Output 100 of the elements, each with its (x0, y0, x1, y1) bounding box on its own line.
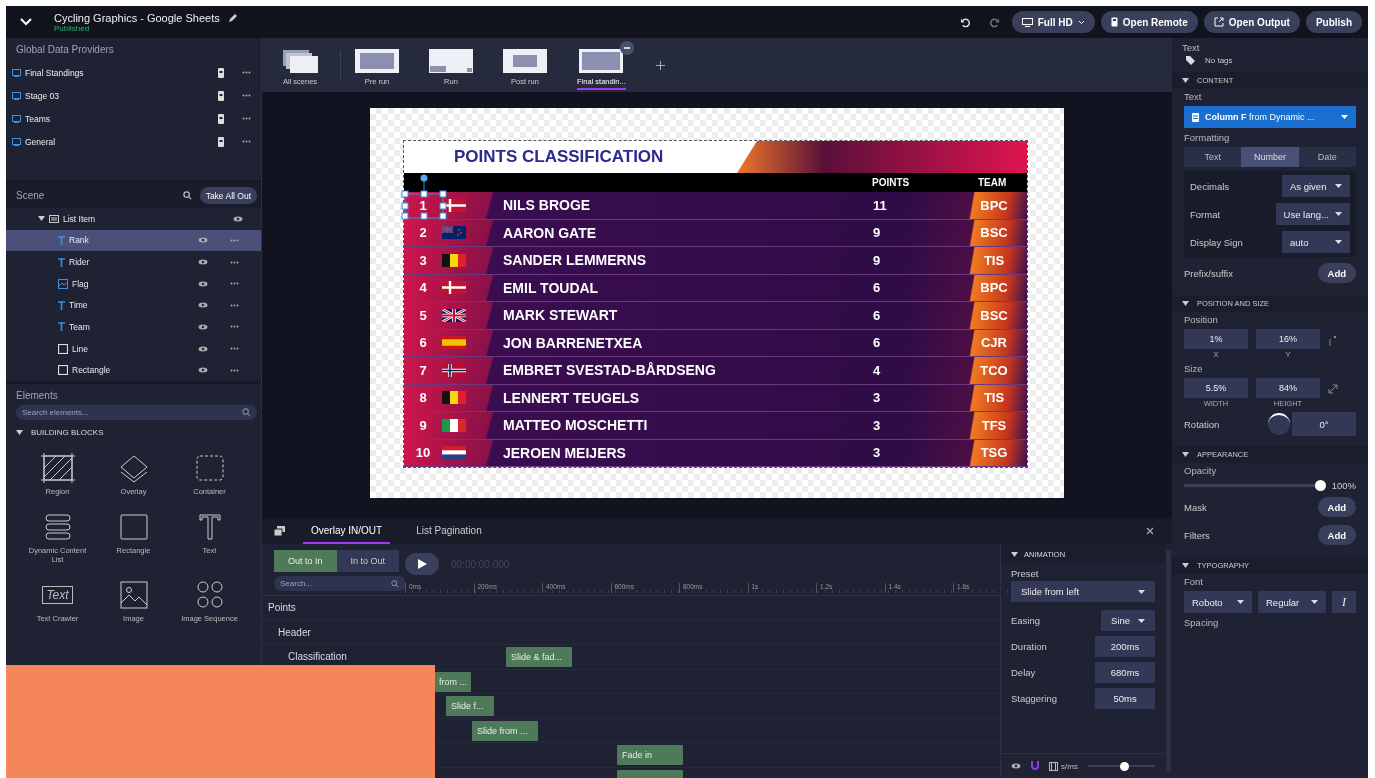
search-field[interactable]: Search... (274, 576, 406, 591)
more-icon[interactable] (242, 117, 251, 120)
rotation-dial[interactable] (1268, 413, 1290, 435)
format-tab[interactable]: Date (1298, 147, 1356, 167)
more-icon[interactable] (230, 368, 239, 372)
track-label[interactable]: Points (262, 602, 296, 614)
eye-icon[interactable] (198, 367, 208, 374)
direction-toggle[interactable]: Out to In (274, 550, 337, 572)
more-icon[interactable] (230, 260, 239, 264)
add-button[interactable]: Add (1317, 263, 1356, 283)
timeline-tab[interactable]: Overlay IN/OUT (303, 518, 391, 544)
pencil-icon[interactable] (227, 12, 238, 23)
toolbar-button[interactable]: Publish (1305, 11, 1362, 33)
value-field[interactable]: 200ms (1095, 636, 1156, 657)
rotation-field[interactable]: 0° (1292, 412, 1356, 436)
add-button[interactable]: Add (1317, 525, 1356, 545)
flag-icon (442, 281, 466, 295)
remote-icon[interactable] (218, 67, 224, 78)
more-icon[interactable] (230, 347, 239, 351)
search-icon[interactable] (182, 191, 192, 200)
slider-thumb[interactable] (1314, 480, 1326, 491)
italic-button[interactable]: I (1332, 591, 1356, 613)
add-icon[interactable] (655, 60, 665, 70)
layer-item[interactable]: Time (6, 294, 261, 317)
data-provider-item[interactable]: General (6, 130, 261, 153)
more-icon[interactable] (242, 140, 251, 143)
eye-icon[interactable] (198, 345, 208, 352)
value-field[interactable]: 50ms (1095, 688, 1156, 709)
more-icon[interactable] (242, 94, 251, 97)
play-button[interactable] (405, 553, 439, 575)
format-tab[interactable]: Text (1184, 147, 1242, 167)
width-field[interactable]: 5.5% (1184, 378, 1248, 398)
data-provider-item[interactable]: Teams (6, 107, 261, 130)
more-icon[interactable] (230, 303, 239, 307)
eye-icon[interactable] (198, 323, 208, 330)
animation-clip[interactable]: Slide from ... (472, 720, 538, 741)
font-dropdown[interactable]: Roboto (1184, 591, 1252, 613)
option-dropdown[interactable]: Use lang... (1275, 203, 1350, 225)
more-icon[interactable] (230, 282, 239, 286)
layer-item[interactable]: Line (6, 337, 261, 360)
y-field[interactable]: 16% (1256, 329, 1320, 349)
resolution-dropdown[interactable]: Full HD (1011, 11, 1095, 33)
option-dropdown[interactable]: As given (1282, 175, 1350, 197)
resize-icon[interactable] (1328, 384, 1338, 394)
easing-dropdown[interactable]: Sine (1101, 610, 1156, 631)
take-all-out-button[interactable]: Take All Out (199, 187, 257, 204)
tag-icon[interactable] (1186, 56, 1195, 65)
more-icon[interactable] (242, 71, 251, 74)
remote-icon[interactable] (218, 90, 224, 101)
x-field[interactable]: 1% (1184, 329, 1248, 349)
more-icon[interactable] (230, 325, 239, 329)
eye-icon[interactable] (198, 280, 208, 287)
chevron-down-icon[interactable] (20, 18, 32, 26)
track-label[interactable]: Classification (262, 651, 347, 663)
eye-icon[interactable] (198, 237, 208, 244)
anchor-icon[interactable] (1328, 335, 1337, 346)
eye-icon[interactable] (198, 259, 208, 266)
eye-icon[interactable] (233, 215, 243, 222)
toolbar-button[interactable]: Open Output (1203, 11, 1300, 33)
layer-item[interactable]: List Item (6, 208, 261, 230)
data-provider-item[interactable]: Final Standings (6, 61, 261, 84)
caret-icon (1335, 240, 1342, 244)
section-header[interactable]: BUILDING BLOCKS (6, 424, 261, 441)
slider-thumb[interactable] (1119, 761, 1129, 771)
layer-item[interactable]: Flag (6, 272, 261, 295)
layer-item[interactable]: Rider (6, 251, 261, 273)
data-binding-dropdown[interactable]: Column F from Dynamic ... (1184, 106, 1356, 128)
search-field[interactable]: Search elements... (16, 405, 257, 420)
weight-dropdown[interactable]: Regular (1258, 591, 1326, 613)
layer-item[interactable]: Rank (6, 229, 261, 252)
redo-icon[interactable] (988, 16, 1000, 28)
option-dropdown[interactable]: auto (1282, 231, 1350, 253)
magnet-icon[interactable] (1031, 761, 1039, 771)
remote-icon[interactable] (218, 113, 224, 124)
format-tab[interactable]: Number (1241, 147, 1299, 167)
caret-icon[interactable] (38, 216, 45, 222)
preset-dropdown[interactable]: Slide from left (1011, 581, 1156, 602)
timeline-tab[interactable]: List Pagination (408, 518, 490, 544)
windows-icon[interactable] (274, 526, 285, 536)
layer-item[interactable]: Team (6, 316, 261, 338)
animation-clip[interactable]: Fade in (617, 745, 683, 765)
animation-clip[interactable]: from ... (434, 671, 471, 692)
toolbar-button[interactable]: Open Remote (1100, 11, 1198, 33)
height-field[interactable]: 84% (1256, 378, 1320, 398)
unit-toggle[interactable]: s/ms (1049, 761, 1078, 771)
layer-item[interactable]: Rectangle (6, 359, 261, 381)
eye-icon[interactable] (1011, 763, 1021, 769)
track-label[interactable]: Header (262, 626, 311, 638)
value-field[interactable]: 680ms (1095, 662, 1156, 683)
selection-box[interactable] (401, 174, 447, 220)
data-provider-item[interactable]: Stage 03 (6, 84, 261, 107)
undo-icon[interactable] (959, 16, 971, 28)
close-icon[interactable] (1146, 527, 1154, 535)
direction-toggle[interactable]: In to Out (336, 550, 399, 572)
more-icon[interactable] (619, 40, 634, 55)
add-button[interactable]: Add (1317, 497, 1356, 517)
animation-clip[interactable]: Slide f... (446, 696, 494, 716)
remote-icon[interactable] (218, 136, 224, 147)
eye-icon[interactable] (198, 302, 208, 309)
animation-clip[interactable]: Slide & fad... (506, 647, 572, 667)
